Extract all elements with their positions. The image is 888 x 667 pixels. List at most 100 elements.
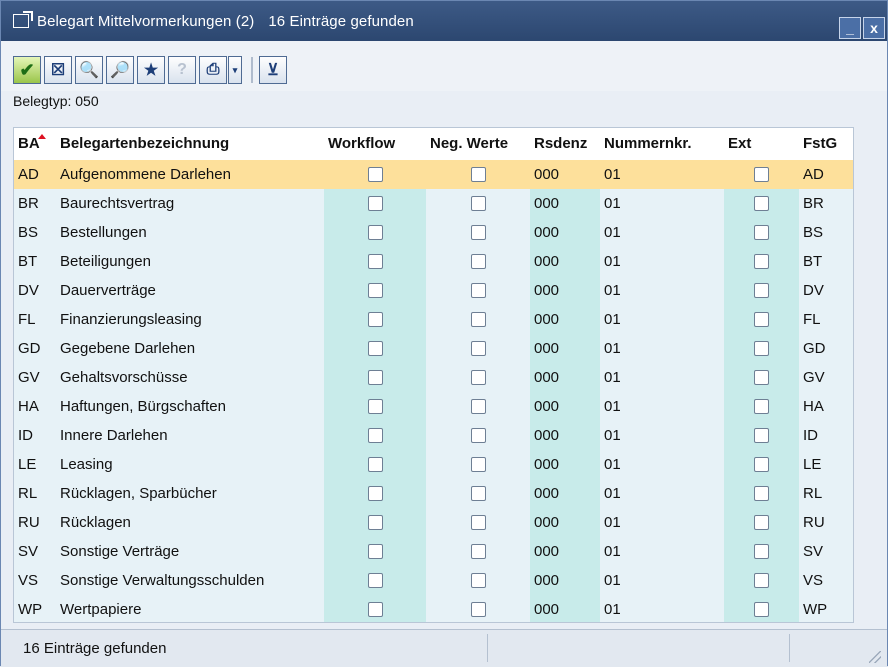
table-row[interactable]: HA Haftungen, Bürgschaften 000 01 HA [14, 392, 853, 421]
checkbox[interactable] [367, 543, 383, 559]
favorite-add-icon[interactable]: ★ [137, 56, 165, 84]
checkbox[interactable] [470, 166, 486, 182]
checkbox[interactable] [754, 514, 769, 530]
checkbox[interactable] [470, 224, 486, 240]
checkbox[interactable] [754, 369, 769, 385]
checkbox[interactable] [470, 282, 486, 298]
cell-neg-werte [426, 595, 530, 622]
toolbar-separator [251, 57, 253, 83]
checkbox[interactable] [367, 253, 383, 269]
checkbox[interactable] [470, 427, 486, 443]
cell-rsdenz: 000 [530, 421, 600, 450]
toolbar-buttons: ✔ ☒ 🔍 🔎 ★? ⎙ ▾ ⊻ [13, 56, 290, 84]
checkbox[interactable] [367, 514, 383, 530]
column-header[interactable]: FstG [799, 128, 853, 160]
table-row[interactable]: BS Bestellungen 000 01 BS [14, 218, 853, 247]
checkbox[interactable] [470, 398, 486, 414]
table-row[interactable]: BR Baurechtsvertrag 000 01 BR [14, 189, 853, 218]
column-header[interactable]: Rsdenz [530, 128, 600, 160]
checkbox[interactable] [754, 195, 769, 211]
cell-rsdenz: 000 [530, 334, 600, 363]
checkbox[interactable] [470, 514, 486, 530]
checkbox[interactable] [470, 311, 486, 327]
table-row[interactable]: BT Beteiligungen 000 01 BT [14, 247, 853, 276]
table-row[interactable]: DV Dauerverträge 000 01 DV [14, 276, 853, 305]
cell-fstg: DV [799, 276, 853, 305]
checkbox[interactable] [754, 485, 769, 501]
table-row[interactable]: RL Rücklagen, Sparbücher 000 01 RL [14, 479, 853, 508]
close-button[interactable]: x [863, 17, 885, 39]
table-row[interactable]: RU Rücklagen 000 01 RU [14, 508, 853, 537]
table-row[interactable]: ID Innere Darlehen 000 01 ID [14, 421, 853, 450]
checkbox[interactable] [470, 601, 486, 617]
checkbox[interactable] [367, 166, 383, 182]
dialog-window: Belegart Mittelvormerkungen (2) 16 Einträ… [0, 0, 888, 667]
minimize-button[interactable]: _ [839, 17, 861, 39]
checkbox[interactable] [367, 456, 383, 472]
checkbox[interactable] [754, 427, 769, 443]
column-header[interactable]: Workflow [324, 128, 426, 160]
cell-bezeichnung: Sonstige Verträge [56, 537, 324, 566]
cell-workflow [324, 160, 426, 189]
checkbox[interactable] [754, 311, 769, 327]
checkbox[interactable] [754, 543, 769, 559]
checkbox[interactable] [470, 340, 486, 356]
close-box-icon[interactable]: ☒ [44, 56, 72, 84]
table-row[interactable]: LE Leasing 000 01 LE [14, 450, 853, 479]
resize-grip-icon[interactable] [869, 651, 881, 663]
cell-bezeichnung: Baurechtsvertrag [56, 189, 324, 218]
checkbox[interactable] [367, 224, 383, 240]
table-row[interactable]: VS Sonstige Verwaltungsschulden 000 01 VS [14, 566, 853, 595]
checkbox[interactable] [367, 340, 383, 356]
checkbox[interactable] [754, 601, 769, 617]
dropdown-icon[interactable]: ▾ [228, 56, 242, 84]
filter-icon[interactable]: ⊻ [259, 56, 287, 84]
checkbox[interactable] [367, 311, 383, 327]
table-row[interactable]: AD Aufgenommene Darlehen 000 01 AD [14, 160, 853, 189]
checkbox[interactable] [754, 282, 769, 298]
checkbox[interactable] [470, 195, 486, 211]
column-header[interactable]: Neg. Werte [426, 128, 530, 160]
checkbox[interactable] [470, 253, 486, 269]
table-header: BA Belegartenbezeichnung Workflow Neg. Wert… [14, 128, 853, 160]
checkbox[interactable] [367, 485, 383, 501]
checkbox[interactable] [754, 398, 769, 414]
print-icon[interactable]: ⎙ [199, 56, 227, 84]
table-row[interactable]: FL Finanzierungsleasing 000 01 FL [14, 305, 853, 334]
checkbox[interactable] [754, 340, 769, 356]
checkbox[interactable] [754, 456, 769, 472]
column-header[interactable]: Ext [724, 128, 799, 160]
find-icon[interactable]: 🔍 [75, 56, 103, 84]
cell-nummernkreis: 01 [600, 566, 724, 595]
checkbox[interactable] [367, 427, 383, 443]
find-next-icon[interactable]: 🔎 [106, 56, 134, 84]
column-header[interactable]: Belegartenbezeichnung [56, 128, 324, 160]
checkbox[interactable] [470, 456, 486, 472]
table-row[interactable]: WP Wertpapiere 000 01 WP [14, 595, 853, 622]
column-header[interactable]: BA [14, 128, 56, 160]
cell-neg-werte [426, 189, 530, 218]
column-header[interactable]: Nummernkr. [600, 128, 724, 160]
checkbox[interactable] [470, 369, 486, 385]
checkbox[interactable] [367, 572, 383, 588]
checkbox[interactable] [754, 166, 769, 182]
table-row[interactable]: SV Sonstige Verträge 000 01 SV [14, 537, 853, 566]
checkbox[interactable] [470, 485, 486, 501]
table-row[interactable]: GD Gegebene Darlehen 000 01 GD [14, 334, 853, 363]
table-row[interactable]: GV Gehaltsvorschüsse 000 01 GV [14, 363, 853, 392]
checkbox[interactable] [754, 224, 769, 240]
checkbox[interactable] [754, 253, 769, 269]
checkbox[interactable] [367, 195, 383, 211]
checkbox[interactable] [367, 398, 383, 414]
checkbox[interactable] [754, 572, 769, 588]
help-icon[interactable]: ? [168, 56, 196, 84]
checkmark-icon[interactable]: ✔ [13, 56, 41, 84]
cell-fstg: AD [799, 160, 853, 189]
checkbox[interactable] [367, 601, 383, 617]
cell-nummernkreis: 01 [600, 160, 724, 189]
checkbox[interactable] [470, 543, 486, 559]
checkbox[interactable] [367, 369, 383, 385]
checkbox[interactable] [367, 282, 383, 298]
checkbox[interactable] [470, 572, 486, 588]
cell-fstg: FL [799, 305, 853, 334]
